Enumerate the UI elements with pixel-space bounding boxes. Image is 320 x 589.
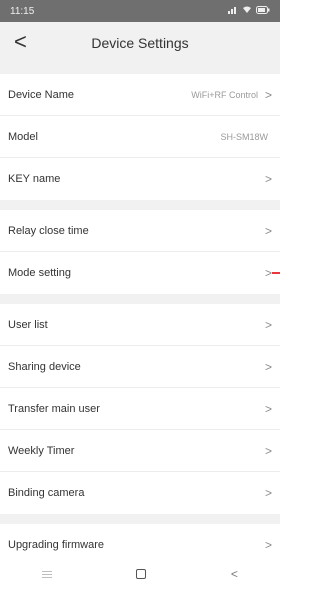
status-icons	[228, 5, 270, 17]
row-label: Upgrading firmware	[8, 539, 104, 551]
row-device-name[interactable]: Device Name WiFi+RF Control >	[0, 74, 280, 116]
system-nav-bar: <	[0, 559, 280, 589]
row-label: Binding camera	[8, 487, 85, 499]
screen-border	[280, 0, 286, 589]
chevron-right-icon: >	[264, 87, 272, 102]
row-label: Sharing device	[8, 360, 81, 373]
chevron-right-icon: >	[264, 172, 272, 186]
wifi-icon	[242, 6, 252, 17]
menu-icon[interactable]	[42, 570, 53, 578]
status-time: 11:15	[10, 5, 35, 17]
back-icon[interactable]: <	[231, 567, 238, 581]
row-user-list[interactable]: User list >	[0, 304, 280, 346]
chevron-right-icon: >	[264, 401, 272, 416]
row-transfer-main-user[interactable]: Transfer main user >	[0, 388, 280, 430]
chevron-right-icon: >	[264, 538, 272, 552]
row-sharing-device[interactable]: Sharing device >	[0, 346, 280, 388]
status-bar: 11:15	[0, 0, 280, 22]
home-icon[interactable]	[136, 569, 147, 579]
row-label: Device Name	[8, 88, 75, 101]
row-label: KEY name	[8, 173, 61, 185]
row-relay-close-time[interactable]: Relay close time >	[0, 210, 280, 252]
chevron-right-icon: >	[264, 266, 272, 280]
back-button[interactable]: <	[14, 30, 27, 54]
chevron-right-icon: >	[264, 223, 272, 238]
nav-header: < Device Settings	[0, 22, 280, 64]
row-label: User list	[8, 318, 48, 331]
row-value: SH-SM18W	[220, 131, 268, 142]
signal-icon	[228, 6, 238, 17]
chevron-right-icon: >	[264, 359, 272, 374]
row-label: Mode setting	[8, 267, 71, 279]
row-model: Model SH-SM18W	[0, 116, 280, 158]
phone-screen: 11:15 < Device Settings Device Name WiFi…	[0, 0, 280, 589]
row-weekly-timer[interactable]: Weekly Timer >	[0, 430, 280, 472]
row-binding-camera[interactable]: Binding camera >	[0, 472, 280, 514]
row-value: WiFi+RF Control	[191, 89, 258, 100]
row-label: Model	[8, 130, 38, 143]
settings-group-relay: Relay close time > Mode setting >	[0, 210, 280, 294]
chevron-right-icon: >	[264, 443, 272, 458]
settings-group-device: Device Name WiFi+RF Control > Model SH-S…	[0, 74, 280, 200]
highlight-marker	[272, 272, 280, 274]
settings-group-users: User list > Sharing device > Transfer ma…	[0, 304, 280, 514]
page-title: Device Settings	[91, 35, 189, 51]
row-label: Transfer main user	[8, 402, 100, 415]
row-label: Relay close time	[8, 224, 89, 237]
row-label: Weekly Timer	[8, 444, 75, 457]
row-key-name[interactable]: KEY name >	[0, 158, 280, 200]
chevron-right-icon: >	[264, 317, 272, 332]
battery-icon	[256, 5, 270, 17]
row-mode-setting[interactable]: Mode setting >	[0, 252, 280, 294]
chevron-right-icon: >	[264, 486, 272, 500]
